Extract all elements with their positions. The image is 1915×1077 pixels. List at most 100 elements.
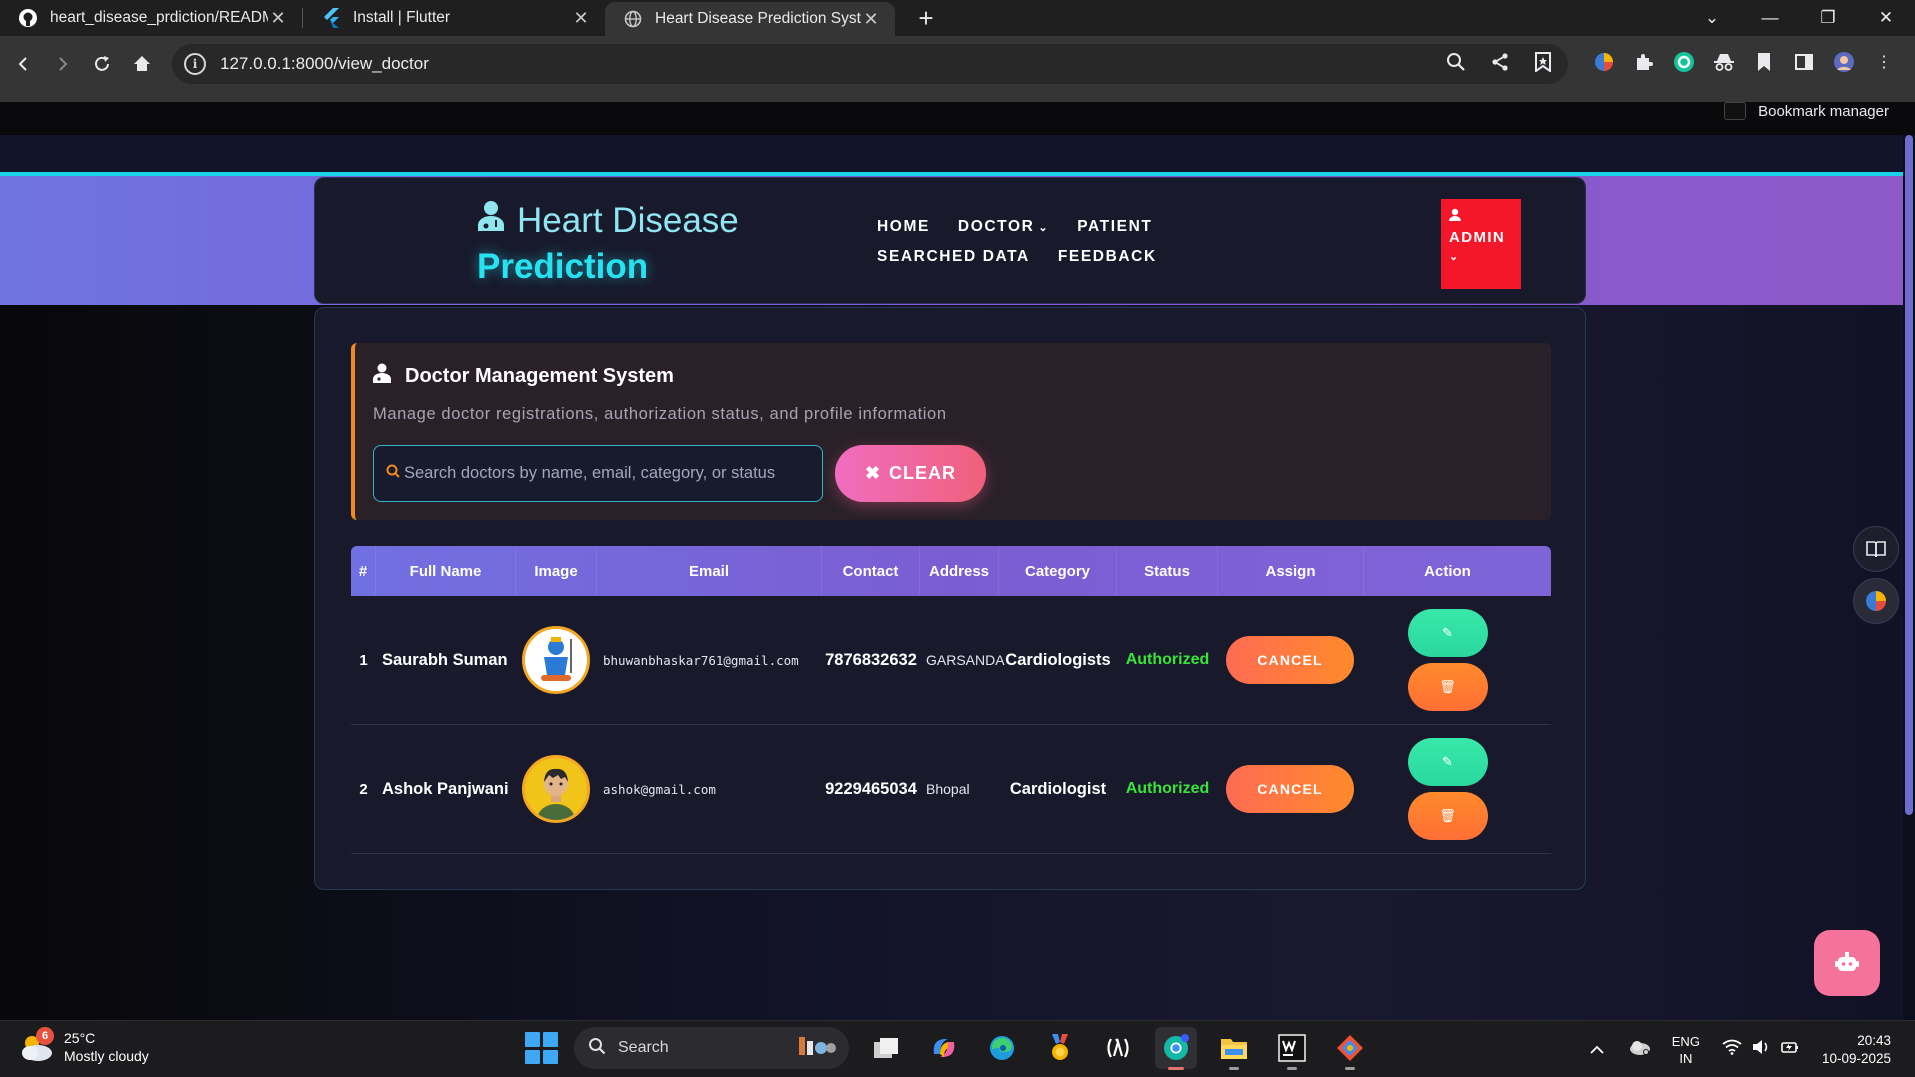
taskbar-search[interactable]: Search <box>574 1027 849 1069</box>
edit-icon: ✎ <box>1442 625 1453 640</box>
header-cell: Contact <box>822 546 920 596</box>
code-app-icon[interactable] <box>1097 1027 1139 1069</box>
battery-icon[interactable] <box>1780 1039 1800 1060</box>
tab-github-readme[interactable]: heart_disease_prdiction/README.md ✕ <box>0 0 302 36</box>
management-panel: Doctor Management System Manage doctor r… <box>351 343 1551 520</box>
close-icon[interactable]: ✕ <box>268 8 288 29</box>
close-window-icon[interactable]: ✕ <box>1857 8 1915 28</box>
tab-search-chevron-icon[interactable]: ⌄ <box>1683 8 1741 28</box>
onedrive-cloud-icon[interactable] <box>1628 1038 1652 1061</box>
profile-avatar[interactable] <box>1832 50 1856 74</box>
home-icon[interactable] <box>128 50 156 78</box>
edge-icon[interactable] <box>981 1027 1023 1069</box>
kebab-menu-icon[interactable]: ⋮ <box>1872 50 1896 74</box>
panel-title: Doctor Management System <box>405 364 674 387</box>
close-icon[interactable]: ✕ <box>861 9 881 30</box>
wifi-icon[interactable] <box>1722 1039 1742 1060</box>
chatbot-button[interactable] <box>1814 930 1880 996</box>
restore-icon[interactable]: ❐ <box>1799 8 1857 28</box>
minimize-icon[interactable]: — <box>1741 8 1799 28</box>
brand-logo[interactable]: Heart Disease Prediction <box>477 200 739 287</box>
delete-button[interactable]: 🗑 <box>1407 792 1488 840</box>
forward-icon[interactable] <box>48 50 76 78</box>
windows-taskbar: 6 25°C Mostly cloudy Search ENG IN 20:43… <box>0 1020 1915 1077</box>
site-info-icon[interactable]: i <box>184 53 206 75</box>
system-clock[interactable]: 20:43 10-09-2025 <box>1822 1032 1891 1068</box>
chrome-taskbar-icon[interactable] <box>1155 1027 1197 1070</box>
reload-icon[interactable] <box>88 50 116 78</box>
system-tray: ENG IN 20:43 10-09-2025 <box>1590 1021 1915 1077</box>
medal-app-icon[interactable] <box>1039 1027 1081 1069</box>
side-panel-icon[interactable] <box>1792 50 1816 74</box>
page-top-strip <box>0 135 1915 175</box>
header-cell: Action <box>1424 562 1471 580</box>
cancel-authorization-button[interactable]: CANCEL <box>1226 636 1354 684</box>
reading-mode-icon[interactable] <box>1853 526 1899 572</box>
clear-button[interactable]: ✖ CLEAR <box>835 445 986 502</box>
scrollbar-thumb[interactable] <box>1905 135 1913 815</box>
globe-icon <box>623 9 643 29</box>
nav-searched-data[interactable]: SEARCHED DATA <box>877 248 1030 266</box>
close-icon[interactable]: ✕ <box>571 8 591 29</box>
assign-cell: CANCEL <box>1218 636 1364 684</box>
task-view-icon[interactable] <box>865 1027 907 1069</box>
windows-start-icon[interactable] <box>524 1031 558 1065</box>
input-language[interactable]: ENG IN <box>1672 1033 1700 1067</box>
nav-doctor-dropdown[interactable]: DOCTOR ⌄ <box>958 218 1049 236</box>
search-input[interactable] <box>404 464 814 483</box>
show-hidden-icons-icon[interactable] <box>1590 1042 1604 1058</box>
doctor-email: bhuwanbhaskar761@gmail.com <box>603 652 799 668</box>
trash-icon: 🗑 <box>1439 808 1456 823</box>
zoom-icon[interactable] <box>1446 52 1466 77</box>
header-cell: Email <box>597 546 822 596</box>
weather-desc: Mostly cloudy <box>64 1048 149 1064</box>
grammarly-icon[interactable] <box>1672 50 1696 74</box>
tab-heart-disease[interactable]: Heart Disease Prediction System ✕ <box>605 2 895 36</box>
status-badge: Authorized <box>1125 780 1210 797</box>
doctor-contact: 9229465034 <box>825 779 917 798</box>
chevron-down-icon: ⌄ <box>1449 251 1460 263</box>
bookmark-manager-link[interactable]: Bookmark manager <box>1724 102 1889 120</box>
tab-title: heart_disease_prdiction/README.md <box>50 9 268 26</box>
nav-patient[interactable]: PATIENT <box>1077 218 1152 236</box>
cancel-authorization-button[interactable]: CANCEL <box>1226 765 1354 813</box>
address-bar[interactable]: i 127.0.0.1:8000/view_doctor <box>172 44 1568 84</box>
image-cell <box>516 626 597 694</box>
back-icon[interactable] <box>10 50 38 78</box>
copilot-icon[interactable] <box>923 1027 965 1069</box>
edit-button[interactable]: ✎ <box>1407 738 1488 786</box>
running-indicator <box>1287 1067 1297 1070</box>
edit-button[interactable]: ✎ <box>1407 609 1488 657</box>
git-icon[interactable] <box>1329 1027 1371 1070</box>
page-scrollbar[interactable] <box>1903 135 1915 1020</box>
url-text[interactable]: 127.0.0.1:8000/view_doctor <box>220 54 429 74</box>
puzzle-icon[interactable] <box>1632 50 1656 74</box>
tab-flutter-install[interactable]: Install | Flutter ✕ <box>303 0 605 36</box>
share-icon[interactable] <box>1490 52 1510 77</box>
chevron-down-icon: ⌄ <box>1038 222 1050 234</box>
doctor-name: Saurabh Suman <box>382 651 508 669</box>
user-icon <box>1449 208 1513 225</box>
new-tab-button[interactable]: + <box>911 3 941 34</box>
bookmarks-icon[interactable] <box>1752 50 1776 74</box>
volume-icon[interactable] <box>1752 1039 1770 1060</box>
admin-label: ADMIN <box>1449 229 1506 246</box>
edit-icon: ✎ <box>1442 754 1453 769</box>
header-cell: Address <box>920 546 999 596</box>
search-box[interactable] <box>373 445 823 502</box>
webstorm-icon[interactable] <box>1271 1027 1313 1070</box>
colorful-extension-icon[interactable] <box>1592 50 1616 74</box>
tab-title: Install | Flutter <box>353 9 451 26</box>
nav-feedback[interactable]: FEEDBACK <box>1058 248 1157 266</box>
admin-dropdown-button[interactable]: ADMIN ⌄ <box>1441 199 1521 289</box>
delete-button[interactable]: 🗑 <box>1407 663 1488 711</box>
bookmark-star-icon[interactable] <box>1534 51 1552 77</box>
nav-home[interactable]: HOME <box>877 218 930 236</box>
extensions-area: ⋮ <box>1592 50 1896 74</box>
side-extension-icon[interactable] <box>1853 578 1899 624</box>
github-icon <box>18 8 38 28</box>
window-controls: ⌄ — ❐ ✕ <box>1683 0 1915 36</box>
file-explorer-icon[interactable] <box>1213 1027 1255 1070</box>
incognito-icon[interactable] <box>1712 50 1736 74</box>
weather-widget[interactable]: 6 25°C Mostly cloudy <box>18 1027 149 1065</box>
